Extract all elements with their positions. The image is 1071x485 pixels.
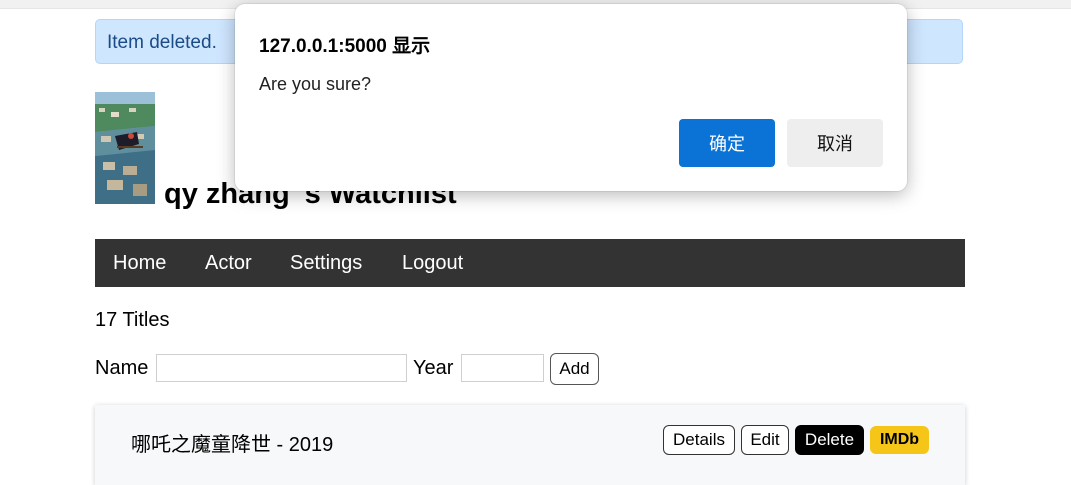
year-input[interactable] bbox=[461, 354, 544, 382]
year-label: Year bbox=[413, 357, 454, 379]
confirm-cancel-button[interactable]: 取消 bbox=[787, 119, 883, 167]
flash-message-text: Item deleted. bbox=[107, 32, 217, 53]
confirm-ok-button[interactable]: 确定 bbox=[679, 119, 775, 167]
imdb-button[interactable]: IMDb bbox=[870, 426, 929, 454]
nav-logout-link[interactable]: Logout bbox=[402, 252, 463, 275]
add-button[interactable]: Add bbox=[550, 353, 599, 385]
edit-button[interactable]: Edit bbox=[741, 425, 789, 455]
nav-home-link[interactable]: Home bbox=[113, 252, 166, 275]
nav-actor-link[interactable]: Actor bbox=[205, 252, 252, 275]
dialog-message: Are you sure? bbox=[259, 74, 372, 94]
item-title: 哪吒之魔童降世 - 2019 bbox=[131, 434, 334, 456]
confirm-dialog: 127.0.0.1:5000 显示 Are you sure? 确定 取消 bbox=[235, 4, 907, 191]
dialog-title: 127.0.0.1:5000 显示 bbox=[259, 36, 431, 57]
delete-button[interactable]: Delete bbox=[795, 425, 864, 455]
name-label: Name bbox=[95, 357, 149, 379]
main-nav: Home Actor Settings Logout bbox=[95, 239, 965, 287]
avatar-image bbox=[95, 92, 155, 204]
avatar bbox=[95, 92, 155, 204]
titles-count: 17 Titles bbox=[95, 309, 170, 331]
details-button[interactable]: Details bbox=[663, 425, 735, 455]
name-input[interactable] bbox=[156, 354, 407, 382]
nav-settings-link[interactable]: Settings bbox=[290, 252, 362, 275]
